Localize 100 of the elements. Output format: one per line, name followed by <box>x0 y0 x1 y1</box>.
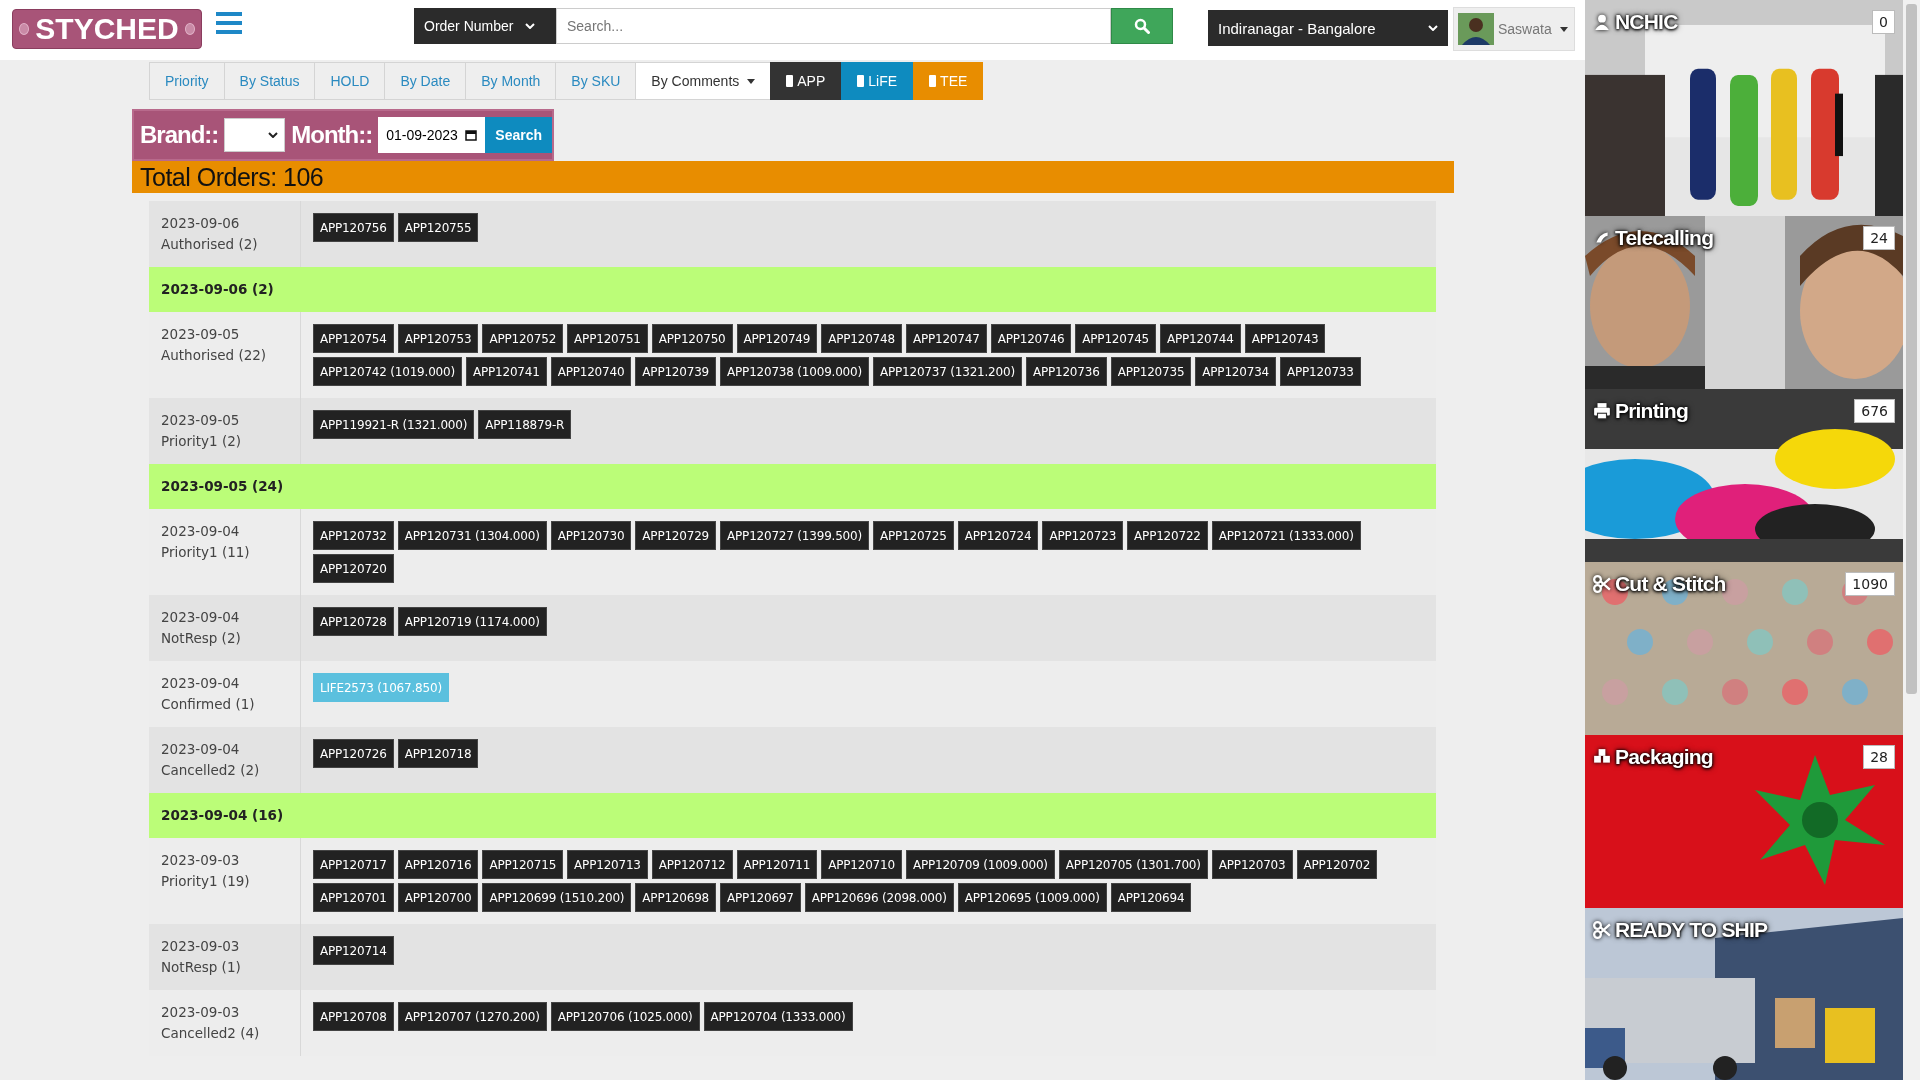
brand-tab[interactable]: APP <box>770 62 842 100</box>
order-tag[interactable]: APP120697 <box>720 883 801 912</box>
order-tag[interactable]: APP120709 (1009.000) <box>905 850 1055 879</box>
chevron-icon <box>525 23 536 29</box>
order-tag[interactable]: APP120722 <box>1127 521 1208 550</box>
order-tag[interactable]: APP120733 <box>1280 357 1361 386</box>
panel-title: NCHIC <box>1615 10 1678 34</box>
order-tag[interactable]: APP120695 (1009.000) <box>957 883 1107 912</box>
order-tag[interactable]: APP120745 <box>1075 324 1157 353</box>
order-tag[interactable]: APP120736 <box>1025 357 1107 386</box>
panel-title: Packaging <box>1615 745 1713 769</box>
order-tag[interactable]: APP120732 <box>313 521 394 550</box>
stage-panel[interactable]: Packaging 28 <box>1585 735 1903 908</box>
order-tag[interactable]: APP120729 <box>635 521 717 550</box>
menu-icon[interactable] <box>216 12 242 34</box>
order-tag[interactable]: APP120702 <box>1296 850 1378 879</box>
order-tag[interactable]: APP120754 <box>313 324 394 353</box>
order-tag[interactable]: APP119921-R (1321.000) <box>313 410 475 439</box>
caret-icon <box>1559 26 1568 32</box>
search-button[interactable] <box>1111 8 1173 44</box>
order-tag[interactable]: APP120741 <box>465 357 547 386</box>
count-badge: 24 <box>1863 226 1895 250</box>
brand-dropdown[interactable] <box>224 118 286 152</box>
order-tag[interactable]: APP120708 <box>313 1002 394 1031</box>
order-tag[interactable]: APP120714 <box>313 936 394 965</box>
order-tag[interactable]: APP120750 <box>651 324 733 353</box>
order-tag[interactable]: APP120726 <box>313 739 394 768</box>
order-tag[interactable]: APP120705 (1301.700) <box>1058 850 1208 879</box>
stage-panel[interactable]: Cut & Stitch 1090 <box>1585 562 1903 735</box>
search-icon <box>1134 18 1150 34</box>
order-tag[interactable]: APP120703 <box>1211 850 1293 879</box>
order-tag[interactable]: APP120735 <box>1110 357 1192 386</box>
chevron-icon <box>268 132 279 138</box>
logo-text: STYCHED <box>35 12 179 46</box>
order-tag[interactable]: APP120716 <box>397 850 479 879</box>
printer-icon <box>1593 402 1611 420</box>
order-tag[interactable]: APP120707 (1270.200) <box>397 1002 547 1031</box>
order-tag[interactable]: APP120727 (1399.500) <box>720 521 869 550</box>
tab[interactable]: By Comments <box>635 62 771 100</box>
cubes-icon <box>1593 748 1611 766</box>
order-tag[interactable]: APP120704 (1333.000) <box>703 1002 853 1031</box>
order-tag[interactable]: APP120719 (1174.000) <box>397 607 547 636</box>
order-tag[interactable]: APP120700 <box>397 883 479 912</box>
order-tag[interactable]: APP120698 <box>635 883 717 912</box>
chevron-icon <box>1428 25 1438 31</box>
order-tag[interactable]: APP120694 <box>1110 883 1192 912</box>
order-tag[interactable]: APP120701 <box>313 883 394 912</box>
panel-title: Printing <box>1615 399 1688 423</box>
order-tag[interactable]: APP120718 <box>397 739 479 768</box>
user-menu[interactable]: Saswata <box>1453 7 1575 51</box>
order-tag[interactable]: APP120743 <box>1244 324 1326 353</box>
order-tag[interactable]: APP120749 <box>736 324 818 353</box>
order-tag[interactable]: APP120706 (1025.000) <box>550 1002 700 1031</box>
order-tag[interactable]: APP120752 <box>482 324 564 353</box>
order-tag[interactable]: APP120737 (1321.200) <box>873 357 1022 386</box>
count-badge: 28 <box>1863 745 1895 769</box>
order-tag[interactable]: APP120744 <box>1160 324 1241 353</box>
month-field[interactable]: 01-09-2023 <box>378 117 486 153</box>
order-tag[interactable]: APP120746 <box>990 324 1072 353</box>
order-tag[interactable]: APP120711 <box>736 850 818 879</box>
order-tag[interactable]: APP120730 <box>550 521 632 550</box>
order-tag[interactable]: APP120742 (1019.000) <box>313 357 462 386</box>
order-tag[interactable]: APP120723 <box>1042 521 1124 550</box>
order-tag[interactable]: APP120717 <box>313 850 394 879</box>
order-tag[interactable]: APP120728 <box>313 607 394 636</box>
order-tag[interactable]: APP120725 <box>873 521 954 550</box>
order-tag[interactable]: APP120710 <box>821 850 902 879</box>
count-badge: 676 <box>1854 399 1895 423</box>
order-tag[interactable]: APP120747 <box>905 324 987 353</box>
location-dropdown[interactable]: Indiranagar - Bangalore <box>1208 10 1448 46</box>
order-tag[interactable]: APP120696 (2098.000) <box>804 883 954 912</box>
search-button[interactable]: Search <box>485 117 552 153</box>
search-type-dropdown[interactable]: Order Number <box>414 8 556 44</box>
order-tag[interactable]: APP120720 <box>313 554 394 583</box>
order-tag[interactable]: APP120756 <box>313 213 394 242</box>
order-tag[interactable]: APP120751 <box>567 324 648 353</box>
order-tag[interactable]: APP120753 <box>397 324 479 353</box>
stage-panel[interactable]: Printing 676 <box>1585 389 1903 562</box>
order-tag[interactable]: APP120738 (1009.000) <box>720 357 869 386</box>
order-tag[interactable]: APP120712 <box>651 850 733 879</box>
order-tag[interactable]: APP120755 <box>397 213 479 242</box>
order-tag[interactable]: APP120724 <box>957 521 1039 550</box>
order-tag[interactable]: APP118879-R <box>478 410 572 439</box>
brand-tab[interactable]: LiFE <box>841 62 914 100</box>
search-field[interactable]: Search... <box>556 8 1111 44</box>
order-tag[interactable]: APP120713 <box>567 850 648 879</box>
stage-panel[interactable]: NCHIC 0 <box>1585 0 1903 216</box>
order-tag[interactable]: APP120734 <box>1195 357 1277 386</box>
order-tag[interactable]: APP120739 <box>635 357 717 386</box>
order-tag[interactable]: APP120721 (1333.000) <box>1211 521 1361 550</box>
order-tag[interactable]: APP120731 (1304.000) <box>397 521 547 550</box>
order-tag[interactable]: APP120740 <box>550 357 632 386</box>
total-orders-bar: Total Orders: 106 <box>132 161 1454 193</box>
avatar <box>1458 13 1494 45</box>
logo[interactable]: STYCHED <box>12 9 202 49</box>
order-tag[interactable]: APP120699 (1510.200) <box>482 883 632 912</box>
order-tag[interactable]: APP120748 <box>821 324 902 353</box>
scissors-icon <box>1593 921 1611 939</box>
brand-label: Brand:: <box>140 121 219 149</box>
order-tag[interactable]: APP120715 <box>482 850 564 879</box>
